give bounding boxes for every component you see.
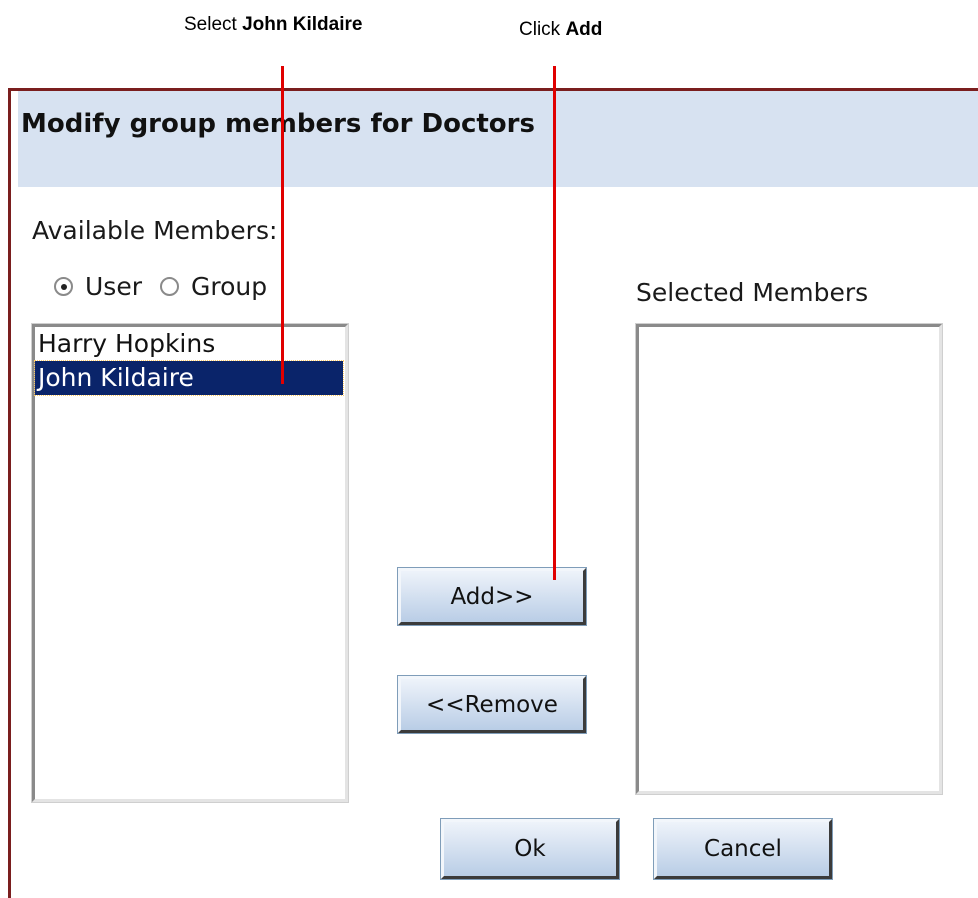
available-members-label: Available Members: <box>32 216 278 245</box>
dialog-header: Modify group members for Doctors <box>18 91 978 187</box>
add-button[interactable]: Add>> <box>397 567 587 626</box>
member-type-radio-group: User Group <box>54 271 285 301</box>
group-radio[interactable] <box>159 276 179 296</box>
selected-members-list[interactable] <box>635 323 943 795</box>
callout-click-add: Click Add <box>519 19 603 40</box>
selected-members-label: Selected Members <box>636 278 869 307</box>
list-item[interactable]: Harry Hopkins <box>35 327 345 361</box>
dialog-title: Modify group members for Doctors <box>21 109 535 139</box>
user-radio-label[interactable]: User <box>85 272 142 301</box>
callout-select-member: Select John Kildaire <box>184 14 363 35</box>
remove-button[interactable]: <<Remove <box>397 675 587 734</box>
user-radio[interactable] <box>54 276 73 296</box>
cancel-button[interactable]: Cancel <box>653 818 833 880</box>
callout-pointer-line <box>553 66 556 580</box>
callout-pointer-line <box>281 66 284 384</box>
ok-button[interactable]: Ok <box>440 818 620 880</box>
modify-group-dialog: Modify group members for Doctors Availab… <box>8 88 978 898</box>
group-radio-label[interactable]: Group <box>191 272 267 301</box>
available-members-list[interactable]: Harry Hopkins John Kildaire <box>31 323 349 803</box>
list-item[interactable]: John Kildaire <box>34 360 344 396</box>
